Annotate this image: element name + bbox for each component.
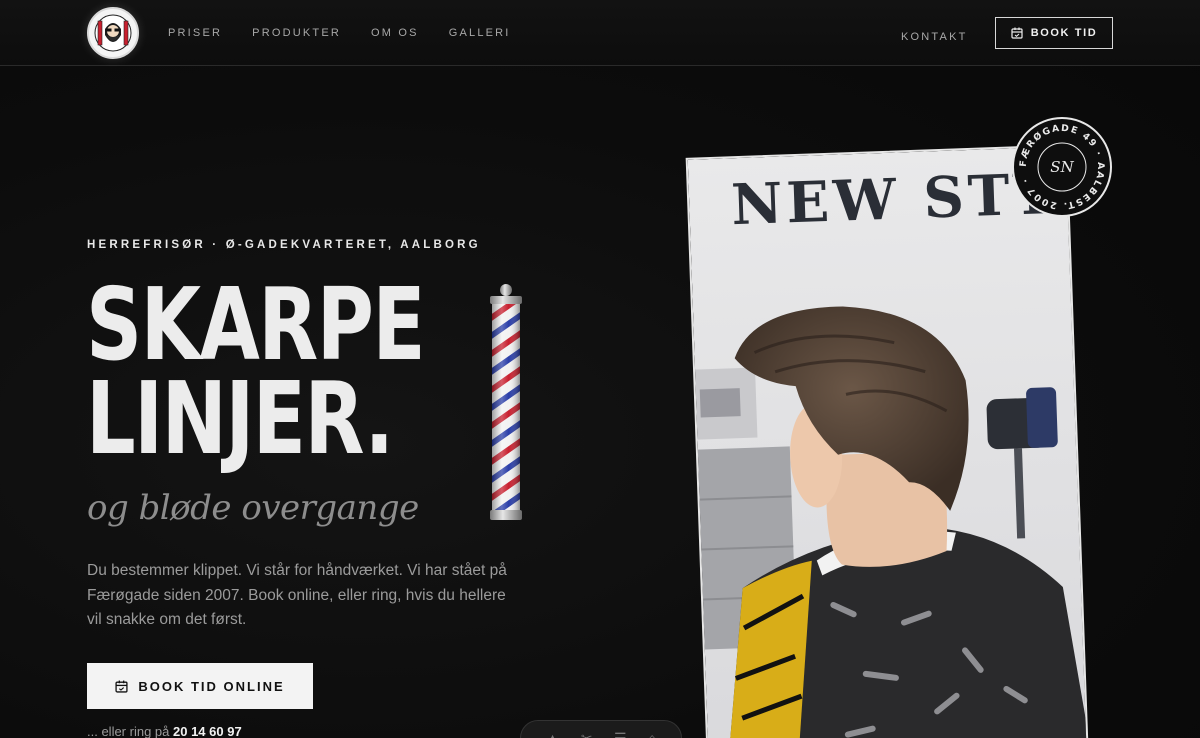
- hero-eyebrow: HERREFRISØR · Ø-GADEKVARTERET, AALBORG: [87, 239, 481, 251]
- hero-headline: SKARPE LINJER.: [86, 266, 426, 477]
- barber-pole-icon: [490, 284, 522, 520]
- headline-line-2: LINJER.: [86, 360, 394, 477]
- nav-item-kontakt[interactable]: KONTAKT: [901, 31, 968, 43]
- wall-sign-text: NEW STY: [730, 161, 1058, 238]
- haircut-photo-image: NEW STY: [687, 146, 1089, 738]
- hero-subline: og bløde overgange: [87, 488, 419, 528]
- nav-item-priser[interactable]: PRISER: [168, 27, 222, 39]
- call-prefix: ... eller ring på: [87, 724, 170, 738]
- hero-photo: NEW STY: [685, 144, 1089, 738]
- book-time-label: BOOK TID: [1030, 27, 1098, 39]
- book-online-label: BOOK TID ONLINE: [138, 678, 285, 694]
- calendar-icon: [115, 680, 128, 693]
- headline-line-1: SKARPE: [86, 266, 426, 383]
- main-nav: PRISER PRODUKTER OM OS GALLERI: [168, 27, 511, 39]
- floating-toolbar[interactable]: ▲ ✂ ☰ ⌂: [520, 720, 682, 738]
- toolbar-user-icon[interactable]: ▲: [546, 730, 560, 738]
- phone-number[interactable]: 20 14 60 97: [173, 724, 242, 738]
- established-badge: FÆRØGADE 49 · AALBEST. 2007 · SN: [1012, 117, 1112, 217]
- book-online-button[interactable]: BOOK TID ONLINE: [87, 663, 313, 709]
- nav-right: KONTAKT: [901, 27, 968, 45]
- call-line: ... eller ring på 20 14 60 97: [87, 724, 242, 738]
- toolbar-home-icon[interactable]: ⌂: [648, 730, 656, 738]
- nav-item-om-os[interactable]: OM OS: [371, 27, 419, 39]
- nav-item-galleri[interactable]: GALLERI: [449, 27, 511, 39]
- book-time-button[interactable]: BOOK TID: [995, 17, 1113, 49]
- toolbar-menu-icon[interactable]: ☰: [614, 730, 627, 738]
- hero-description: Du bestemmer klippet. Vi står for håndvæ…: [87, 562, 507, 628]
- calendar-icon: [1011, 27, 1023, 39]
- site-header: PRISER PRODUKTER OM OS GALLERI KONTAKT B…: [0, 0, 1200, 66]
- toolbar-scissors-icon[interactable]: ✂: [581, 730, 593, 738]
- badge-monogram: SN: [1050, 158, 1074, 176]
- barber-logo-icon[interactable]: [87, 7, 139, 59]
- nav-item-produkter[interactable]: PRODUKTER: [252, 27, 341, 39]
